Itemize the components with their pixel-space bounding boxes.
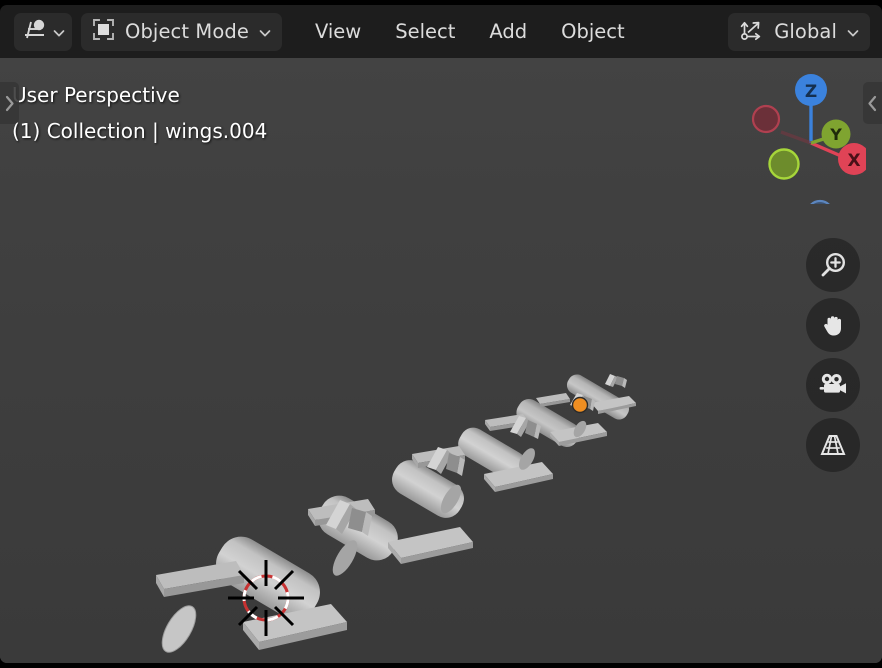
gizmo-label-x: X [847,151,860,171]
object-origin-dot [571,396,589,414]
camera-view-button[interactable] [806,358,860,412]
interaction-mode-button[interactable]: Object Mode [81,12,282,51]
chevron-right-icon [4,95,15,112]
hand-icon [818,310,848,340]
menu-add[interactable]: Add [476,16,540,48]
header-menu-group: View Select Add Object [302,16,638,48]
gizmo-label-y: Y [829,125,842,144]
3d-viewport[interactable]: User Perspective (1) Collection | wings.… [0,58,882,663]
interaction-mode-label: Object Mode [125,19,249,43]
wing-plates [156,393,636,650]
pan-button[interactable] [806,298,860,352]
magnifier-plus-icon [818,250,848,280]
viewport-nav-buttons [806,238,860,472]
chevron-left-icon [867,95,878,112]
gizmo-ball-neg-z [805,199,835,229]
gizmo-ball-neg-x [751,104,781,134]
transform-orientation-label: Global [774,19,837,43]
chevron-down-icon [846,25,860,39]
transform-orientation-icon [739,17,765,47]
toggle-sidebar-tab[interactable] [863,82,882,124]
navigation-gizmo[interactable]: Z Y X [726,64,870,229]
toggle-toolbar-tab[interactable] [0,82,19,124]
object-mode-icon [91,17,116,46]
chevron-down-icon [52,25,66,39]
gizmo-label-z: Z [805,82,817,102]
viewport-header: Object Mode View Select Add Object Globa… [0,5,882,58]
blender-window: Object Mode View Select Add Object Globa… [0,0,882,668]
gizmo-ball-neg-y [768,148,800,180]
transform-orientation-button[interactable]: Global [728,12,870,51]
camera-icon [817,370,849,400]
menu-view[interactable]: View [302,16,374,48]
menu-object[interactable]: Object [548,16,638,48]
editor-type-3d-viewport-icon [22,18,48,46]
fuselage [161,374,630,653]
transform-orientation-group: Global [728,12,870,51]
zoom-button[interactable] [806,238,860,292]
chevron-down-icon [258,25,272,39]
toggle-perspective-ortho-button[interactable] [806,418,860,472]
menu-select[interactable]: Select [382,16,468,48]
grid-perspective-icon [818,431,848,459]
editor-type-button[interactable] [14,12,72,51]
